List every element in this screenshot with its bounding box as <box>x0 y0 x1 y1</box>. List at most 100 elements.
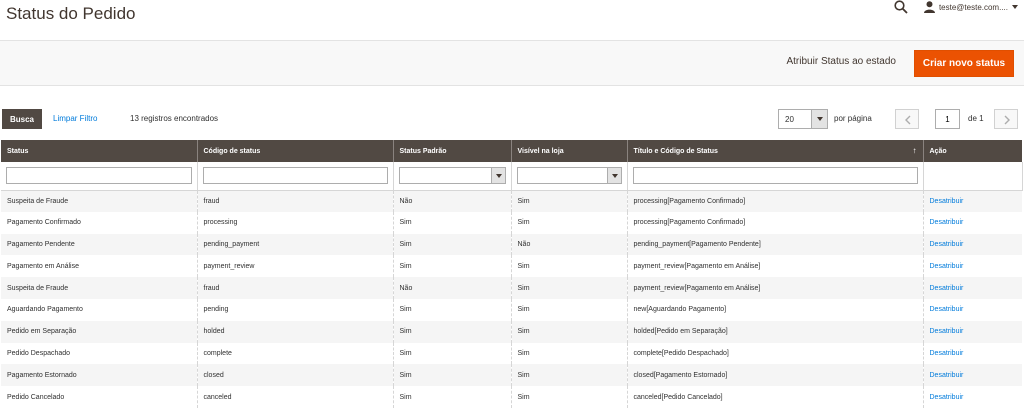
search-button[interactable]: Busca <box>2 109 42 129</box>
per-page-select[interactable]: 20 <box>778 109 828 129</box>
total-pages: de 1 <box>968 114 984 123</box>
default-cell: Sim <box>393 320 512 343</box>
title-code-filter-input[interactable] <box>632 167 918 185</box>
unassign-link[interactable]: Desatribuir <box>930 219 964 226</box>
unassign-link[interactable]: Desatribuir <box>930 394 964 401</box>
visible-cell: Sim <box>511 320 628 343</box>
filter-cell <box>197 162 394 191</box>
user-icon[interactable] <box>923 1 935 13</box>
reset-filter-link[interactable]: Limpar Filtro <box>53 114 97 123</box>
title-code-cell: processing[Pagamento Confirmado] <box>627 211 924 234</box>
filter-cell <box>627 162 924 191</box>
default-cell: Sim <box>393 298 512 321</box>
page-title: Status do Pedido <box>6 4 136 23</box>
code-cell: holded <box>197 320 394 343</box>
code-cell: complete <box>197 342 394 365</box>
unassign-link[interactable]: Desatribuir <box>930 285 964 292</box>
default-filter-select[interactable] <box>398 167 506 185</box>
action-cell: Desatribuir <box>923 233 1022 256</box>
table-row: Pedido Despachado complete Sim Sim complete[… <box>1 342 1022 365</box>
unassign-link[interactable]: Desatribuir <box>930 263 964 270</box>
title-code-cell: holded[Pedido em Separação] <box>627 320 924 343</box>
column-header-default[interactable]: Status Padrão <box>393 140 512 162</box>
table-row: Pagamento Pendente pending_payment Sim Não p… <box>1 233 1022 256</box>
action-cell: Desatribuir <box>923 211 1022 234</box>
next-page-button[interactable] <box>994 109 1018 129</box>
status-cell: Pedido Despachado <box>1 342 198 365</box>
table-row: Suspeita de Fraude fraud Não Sim payment_rev… <box>1 277 1022 299</box>
table-row: Pagamento Confirmado processing Sim Sim proc… <box>1 211 1022 234</box>
visible-filter-select[interactable] <box>516 167 622 185</box>
status-cell: Suspeita de Fraude <box>1 190 198 212</box>
chevron-left-icon <box>905 115 911 125</box>
unassign-link[interactable]: Desatribuir <box>930 350 964 357</box>
admin-user-name[interactable]: teste@teste.com.... <box>939 3 1008 12</box>
filter-cell <box>923 162 1023 191</box>
default-cell: Sim <box>393 255 512 278</box>
chevron-down-icon[interactable] <box>1012 5 1018 9</box>
title-code-cell: canceled[Pedido Cancelado] <box>627 386 924 408</box>
page-actions-bar: Atribuir Status ao estado Criar novo sta… <box>0 40 1024 86</box>
chevron-down-icon <box>606 168 621 184</box>
default-cell: Sim <box>393 342 512 365</box>
unassign-link[interactable]: Desatribuir <box>930 241 964 248</box>
column-header-code[interactable]: Código de status <box>197 140 394 162</box>
action-cell: Desatribuir <box>923 298 1022 321</box>
code-cell: fraud <box>197 190 394 212</box>
action-cell: Desatribuir <box>923 342 1022 365</box>
default-cell: Não <box>393 277 512 299</box>
status-filter-input[interactable] <box>6 167 192 185</box>
chevron-down-icon[interactable] <box>811 110 827 128</box>
order-status-grid: Status Código de status Status Padrão Vi… <box>1 140 1023 408</box>
code-cell: closed <box>197 364 394 387</box>
filter-cell <box>1 162 198 191</box>
visible-cell: Sim <box>511 211 628 234</box>
status-cell: Pedido em Separação <box>1 320 198 343</box>
status-cell: Pagamento Confirmado <box>1 211 198 234</box>
unassign-link[interactable]: Desatribuir <box>930 328 964 335</box>
filter-row <box>1 162 1023 191</box>
code-cell: payment_review <box>197 255 394 278</box>
code-cell: fraud <box>197 277 394 299</box>
page-number-input[interactable] <box>935 109 960 129</box>
action-cell: Desatribuir <box>923 364 1022 387</box>
visible-cell: Sim <box>511 386 628 408</box>
unassign-link[interactable]: Desatribuir <box>930 198 964 205</box>
visible-cell: Sim <box>511 190 628 212</box>
chevron-down-icon <box>490 168 505 184</box>
filter-cell <box>393 162 512 191</box>
table-row: Pagamento em Análise payment_review Sim Sim… <box>1 255 1022 278</box>
action-cell: Desatribuir <box>923 255 1022 278</box>
title-code-cell: complete[Pedido Despachado] <box>627 342 924 365</box>
previous-page-button[interactable] <box>895 109 919 129</box>
status-cell: Pedido Cancelado <box>1 386 198 408</box>
default-cell: Sim <box>393 233 512 256</box>
visible-cell: Sim <box>511 298 628 321</box>
chevron-right-icon <box>1004 115 1010 125</box>
table-row: Pedido em Separação holded Sim Sim holded[Pe… <box>1 320 1022 343</box>
column-header-visible[interactable]: Visível na loja <box>511 140 628 162</box>
table-row: Pagamento Estornado closed Sim Sim closed[Pa… <box>1 364 1022 387</box>
status-cell: Suspeita de Fraude <box>1 277 198 299</box>
search-icon[interactable] <box>894 0 908 14</box>
create-status-button[interactable]: Criar novo status <box>914 50 1014 77</box>
default-cell: Sim <box>393 364 512 387</box>
admin-user-bar: teste@teste.com.... <box>894 0 1018 14</box>
assign-status-button[interactable]: Atribuir Status ao estado <box>786 56 896 67</box>
action-cell: Desatribuir <box>923 386 1022 408</box>
status-cell: Pagamento Estornado <box>1 364 198 387</box>
title-code-cell: payment_review[Pagamento em Análise] <box>627 255 924 278</box>
visible-cell: Sim <box>511 277 628 299</box>
column-header-title-code[interactable]: Título e Código de Status ↑ <box>627 140 924 162</box>
per-page-label: por página <box>834 114 872 123</box>
code-filter-input[interactable] <box>202 167 388 185</box>
unassign-link[interactable]: Desatribuir <box>930 372 964 379</box>
title-code-cell: processing[Pagamento Confirmado] <box>627 190 924 212</box>
records-found-count: 13 registros encontrados <box>130 114 219 123</box>
visible-cell: Sim <box>511 342 628 365</box>
grid-header-row: Status Código de status Status Padrão Vi… <box>1 140 1022 162</box>
unassign-link[interactable]: Desatribuir <box>930 306 964 313</box>
column-header-status[interactable]: Status <box>1 140 198 162</box>
action-cell: Desatribuir <box>923 277 1022 299</box>
code-cell: pending <box>197 298 394 321</box>
